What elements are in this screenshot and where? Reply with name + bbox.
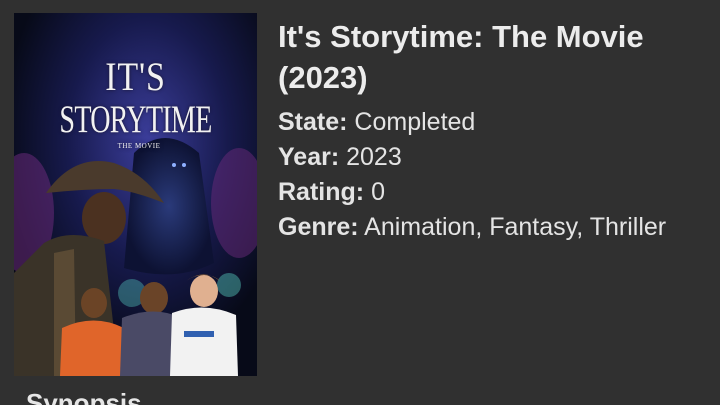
info-row-state: State: Completed (278, 105, 698, 140)
info-row-genre: Genre: Animation, Fantasy, Thriller (278, 210, 698, 245)
movie-poster[interactable]: IT'S STORYTIME THE MOVIE (14, 13, 257, 376)
movie-detail-screen: IT'S STORYTIME THE MOVIE It's Storytime:… (0, 0, 720, 405)
info-label-state: State: (278, 108, 348, 136)
poster-title-line2: STORYTIME (59, 98, 212, 141)
info-value-year: 2023 (346, 143, 402, 171)
info-row-year: Year: 2023 (278, 140, 698, 175)
synopsis-heading: Synopsis (26, 388, 142, 405)
info-label-rating: Rating: (278, 178, 365, 206)
poster-subtitle: THE MOVIE (117, 142, 161, 150)
movie-title: It's Storytime: The Movie (2023) (278, 19, 644, 95)
info-row-rating: Rating: 0 (278, 175, 698, 210)
info-value-state: Completed (354, 108, 476, 136)
info-label-year: Year: (278, 143, 340, 171)
movie-details: It's Storytime: The Movie (2023) State: … (278, 16, 698, 245)
info-label-genre: Genre: (278, 213, 359, 241)
info-value-rating: 0 (371, 178, 385, 206)
info-value-genre: Animation, Fantasy, Thriller (364, 213, 667, 241)
poster-title-line1: IT'S (105, 54, 166, 99)
